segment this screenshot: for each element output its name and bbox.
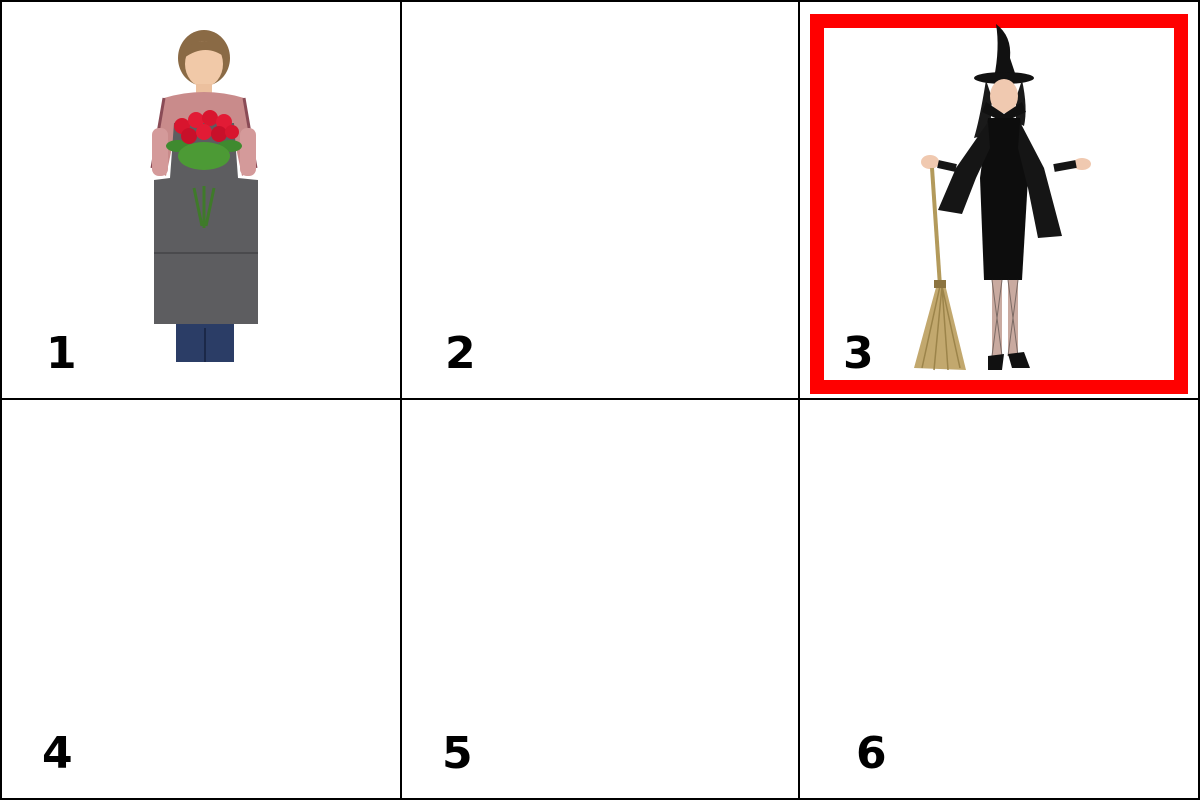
witch-costume-with-broom-icon (914, 24, 1091, 371)
grid-tile-4[interactable]: 4 (2, 400, 400, 798)
grid-tile-5[interactable]: 5 (400, 400, 800, 798)
tile-number: 5 (442, 728, 473, 779)
grid-tile-3[interactable]: 3 (800, 2, 1198, 400)
tile-number: 6 (856, 728, 887, 779)
tile-number: 2 (445, 328, 476, 379)
florist-woman-with-roses-icon (150, 30, 258, 362)
tile-number: 1 (46, 328, 77, 379)
grid-tile-1[interactable]: 1 (2, 2, 400, 400)
image-selection-grid: 1 2 3 4 5 6 (0, 0, 1200, 800)
tile-number: 3 (843, 328, 874, 379)
grid-tile-2[interactable]: 2 (400, 2, 800, 400)
grid-tile-6[interactable]: 6 (800, 400, 1198, 798)
tile-number: 4 (42, 728, 73, 779)
